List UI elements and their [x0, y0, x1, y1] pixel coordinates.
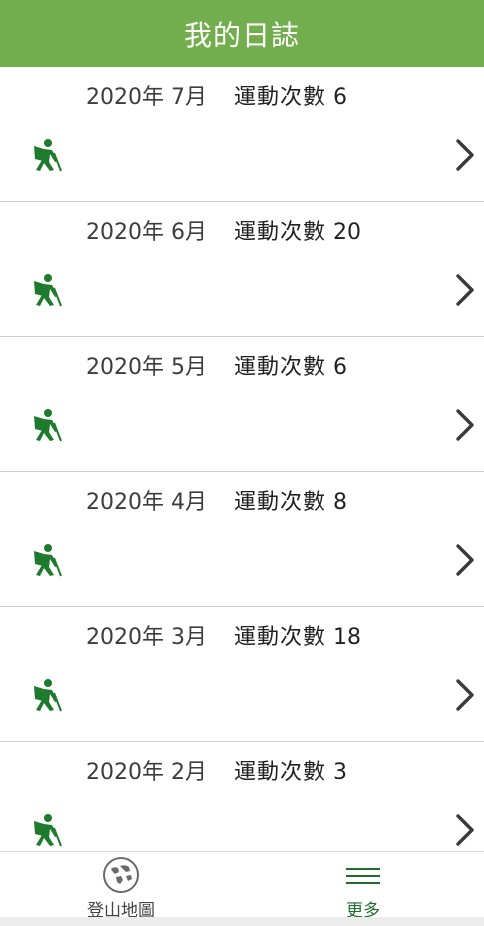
chevron-right-icon	[456, 814, 474, 846]
log-count-label: 運動次數	[234, 625, 327, 650]
hiker-icon	[34, 544, 62, 577]
log-row[interactable]: 2020年 6月 運動次數 20	[0, 202, 484, 337]
tab-more[interactable]: 更多	[242, 852, 484, 921]
log-count-label: 運動次數	[234, 355, 327, 380]
hiker-icon	[34, 274, 62, 307]
log-count: 運動次數 18	[234, 619, 361, 651]
log-count: 運動次數 20	[234, 214, 361, 246]
log-month: 2020年 6月	[86, 220, 207, 245]
log-count: 運動次數 6	[234, 79, 347, 111]
bottom-edge	[0, 917, 484, 926]
log-row[interactable]: 2020年 3月 運動次數 18	[0, 607, 484, 742]
log-count-value: 18	[333, 625, 362, 650]
log-count-label: 運動次數	[234, 760, 327, 785]
log-count-value: 8	[333, 490, 348, 515]
log-count-value: 6	[333, 85, 348, 110]
log-count-label: 運動次數	[234, 490, 327, 515]
tab-map[interactable]: 登山地圖	[0, 852, 242, 921]
log-month: 2020年 4月	[86, 490, 207, 515]
log-row[interactable]: 2020年 4月 運動次數 8	[0, 472, 484, 607]
log-list: 2020年 7月 運動次數 6 2020年 6月 運動次數 20 2020年 5…	[0, 67, 484, 851]
log-row[interactable]: 2020年 5月 運動次數 6	[0, 337, 484, 472]
log-count-value: 6	[333, 355, 348, 380]
log-count-value: 3	[333, 760, 348, 785]
chevron-right-icon	[456, 274, 474, 306]
app-header: 我的日誌	[0, 0, 484, 67]
log-count-value: 20	[333, 220, 362, 245]
hiker-icon	[34, 679, 62, 712]
log-month: 2020年 3月	[86, 625, 207, 650]
page-title: 我的日誌	[183, 18, 300, 52]
chevron-right-icon	[456, 679, 474, 711]
log-count-label: 運動次數	[234, 85, 327, 110]
log-month: 2020年 2月	[86, 760, 207, 785]
log-month: 2020年 7月	[86, 85, 207, 110]
hiker-icon	[34, 409, 62, 442]
log-row[interactable]: 2020年 7月 運動次數 6	[0, 67, 484, 202]
bottom-tab-bar: 登山地圖 更多	[0, 851, 484, 921]
chevron-right-icon	[456, 409, 474, 441]
chevron-right-icon	[456, 139, 474, 171]
globe-icon	[103, 857, 139, 893]
log-row[interactable]: 2020年 2月 運動次數 3	[0, 742, 484, 851]
menu-icon	[346, 868, 380, 884]
hiker-icon	[34, 814, 62, 847]
log-month: 2020年 5月	[86, 355, 207, 380]
log-count: 運動次數 3	[234, 754, 347, 786]
log-count-label: 運動次數	[234, 220, 327, 245]
hiker-icon	[34, 139, 62, 172]
log-count: 運動次數 6	[234, 349, 347, 381]
chevron-right-icon	[456, 544, 474, 576]
log-count: 運動次數 8	[234, 484, 347, 516]
